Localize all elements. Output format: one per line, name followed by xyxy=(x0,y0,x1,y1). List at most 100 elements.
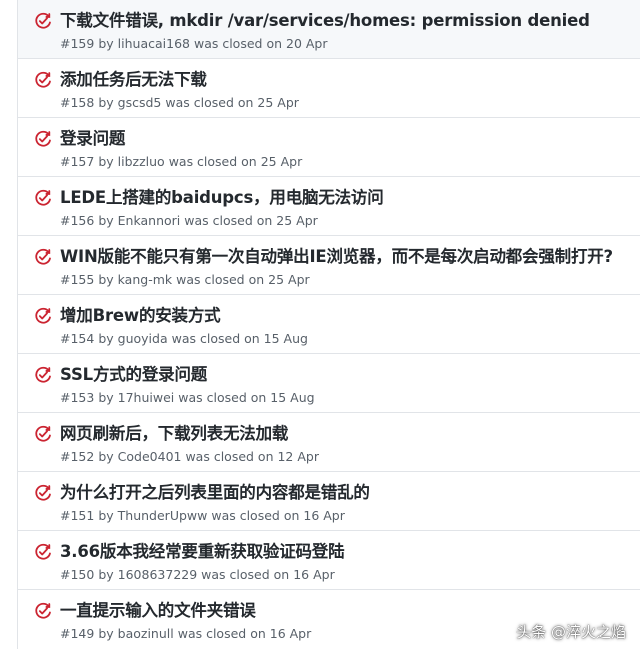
issue-number: #155 xyxy=(60,272,95,287)
issue-closed-icon xyxy=(34,12,52,30)
issue-title[interactable]: 增加Brew的安装方式 xyxy=(60,305,221,327)
issue-number: #156 xyxy=(60,213,95,228)
issue-closed-icon-arc xyxy=(35,602,51,619)
issue-meta: #159 by lihuacai168 was closed on 20 Apr xyxy=(60,35,328,52)
issue-closed-icon-arc xyxy=(35,484,51,501)
issue-title[interactable]: 登录问题 xyxy=(60,128,125,150)
issue-by: by xyxy=(98,36,114,51)
issue-closed-icon-arc xyxy=(35,307,51,324)
issue-number: #150 xyxy=(60,567,95,582)
issue-row-155[interactable]: WIN版能不能只有第一次自动弹出IE浏览器，而不是每次启动都会强制打开? #15… xyxy=(18,236,640,295)
issue-date: 12 Apr xyxy=(277,449,319,464)
issue-author[interactable]: lihuacai168 xyxy=(118,36,190,51)
issue-date: 25 Apr xyxy=(257,95,299,110)
issue-title[interactable]: 一直提示输入的文件夹错误 xyxy=(60,600,256,622)
issue-closed-icon xyxy=(34,602,52,620)
issue-closed-text: was closed on xyxy=(168,154,257,169)
issue-number: #149 xyxy=(60,626,95,641)
issue-closed-text: was closed on xyxy=(178,390,267,405)
issue-closed-icon-check xyxy=(38,253,48,261)
issue-closed-icon xyxy=(34,248,52,266)
issue-author[interactable]: guoyida xyxy=(118,331,168,346)
issue-closed-icon-check xyxy=(38,135,48,143)
issue-author[interactable]: gscsd5 xyxy=(118,95,162,110)
issue-closed-icon-check xyxy=(38,194,48,202)
issue-row-152[interactable]: 网页刷新后，下载列表无法加载 #152 by Code0401 was clos… xyxy=(18,413,640,472)
issue-closed-icon-check xyxy=(38,371,48,379)
issue-closed-icon-arc xyxy=(35,543,51,560)
issue-date: 25 Apr xyxy=(260,154,303,169)
issue-title[interactable]: WIN版能不能只有第一次自动弹出IE浏览器，而不是每次启动都会强制打开? xyxy=(60,246,613,268)
issue-number: #152 xyxy=(60,449,95,464)
issue-closed-icon-check xyxy=(38,489,48,497)
issue-closed-icon xyxy=(34,189,52,207)
issue-title[interactable]: 下载文件错误, mkdir /var/services/homes: permi… xyxy=(60,10,590,32)
issue-author[interactable]: libzzluo xyxy=(118,154,165,169)
issue-meta: #153 by 17huiwei was closed on 15 Aug xyxy=(60,389,315,406)
issue-by: by xyxy=(98,508,114,523)
issue-row-150[interactable]: 3.66版本我经常要重新获取验证码登陆 #150 by 1608637229 w… xyxy=(18,531,640,590)
issue-author[interactable]: ThunderUpww xyxy=(118,508,208,523)
issue-date: 16 Apr xyxy=(269,626,312,641)
issue-closed-icon xyxy=(34,484,52,502)
issue-closed-icon-check xyxy=(38,430,48,438)
issue-closed-icon xyxy=(34,71,52,89)
issue-meta: #151 by ThunderUpww was closed on 16 Apr xyxy=(60,507,345,524)
issue-author[interactable]: kang-mk xyxy=(118,272,172,287)
issue-title[interactable]: LEDE上搭建的baidupcs，用电脑无法访问 xyxy=(60,187,384,209)
issue-number: #153 xyxy=(60,390,95,405)
issue-closed-text: was closed on xyxy=(193,36,283,51)
issue-title[interactable]: 3.66版本我经常要重新获取验证码登陆 xyxy=(60,541,345,563)
issue-closed-icon xyxy=(34,425,52,443)
issue-number: #154 xyxy=(60,331,95,346)
issue-closed-text: was closed on xyxy=(177,626,266,641)
issue-meta: #152 by Code0401 was closed on 12 Apr xyxy=(60,448,319,465)
issue-title[interactable]: SSL方式的登录问题 xyxy=(60,364,207,386)
issue-closed-icon-arc xyxy=(35,12,51,29)
issue-number: #157 xyxy=(60,154,95,169)
issue-by: by xyxy=(98,213,114,228)
issue-by: by xyxy=(98,567,114,582)
issue-row-159[interactable]: 下载文件错误, mkdir /var/services/homes: permi… xyxy=(18,0,640,59)
issue-closed-icon-arc xyxy=(35,425,51,442)
issue-by: by xyxy=(98,331,114,346)
issue-closed-icon xyxy=(34,130,52,148)
issue-row-158[interactable]: 添加任务后无法下载 #158 by gscsd5 was closed on 2… xyxy=(18,59,640,118)
issue-closed-text: was closed on xyxy=(165,95,254,110)
issue-by: by xyxy=(98,95,114,110)
issue-author[interactable]: baozinull xyxy=(118,626,174,641)
issue-row-153[interactable]: SSL方式的登录问题 #153 by 17huiwei was closed o… xyxy=(18,354,640,413)
issue-closed-icon xyxy=(34,366,52,384)
issue-closed-icon-arc xyxy=(35,130,51,147)
issue-row-154[interactable]: 增加Brew的安装方式 #154 by guoyida was closed o… xyxy=(18,295,640,354)
issue-title[interactable]: 网页刷新后，下载列表无法加载 xyxy=(60,423,288,445)
issue-meta: #156 by Enkannori was closed on 25 Apr xyxy=(60,212,318,229)
issue-closed-icon-check xyxy=(38,17,48,25)
issue-date: 20 Apr xyxy=(286,36,328,51)
issue-closed-text: was closed on xyxy=(184,213,273,228)
issue-author[interactable]: 1608637229 xyxy=(118,567,198,582)
issue-meta: #154 by guoyida was closed on 15 Aug xyxy=(60,330,308,347)
issue-row-156[interactable]: LEDE上搭建的baidupcs，用电脑无法访问 #156 by Enkanno… xyxy=(18,177,640,236)
watermark: 头条 @淬火之焰 xyxy=(516,623,626,641)
issue-row-151[interactable]: 为什么打开之后列表里面的内容都是错乱的 #151 by ThunderUpww … xyxy=(18,472,640,531)
issue-closed-icon-arc xyxy=(35,248,51,265)
issue-closed-text: was closed on xyxy=(211,508,300,523)
issue-list: 下载文件错误, mkdir /var/services/homes: permi… xyxy=(17,0,640,649)
issue-title[interactable]: 为什么打开之后列表里面的内容都是错乱的 xyxy=(60,482,370,504)
issue-author[interactable]: Enkannori xyxy=(118,213,181,228)
issue-meta: #150 by 1608637229 was closed on 16 Apr xyxy=(60,566,335,583)
issue-by: by xyxy=(98,154,114,169)
issue-closed-icon-arc xyxy=(35,366,51,383)
issue-author[interactable]: 17huiwei xyxy=(118,390,175,405)
issue-closed-text: was closed on xyxy=(176,272,265,287)
issue-title[interactable]: 添加任务后无法下载 xyxy=(60,69,207,91)
issue-by: by xyxy=(98,449,114,464)
issue-row-157[interactable]: 登录问题 #157 by libzzluo was closed on 25 A… xyxy=(18,118,640,177)
issue-number: #158 xyxy=(60,95,95,110)
issue-number: #151 xyxy=(60,508,95,523)
issue-by: by xyxy=(98,390,114,405)
issue-date: 16 Apr xyxy=(293,567,335,582)
issue-author[interactable]: Code0401 xyxy=(118,449,182,464)
issue-closed-icon-check xyxy=(38,607,48,615)
